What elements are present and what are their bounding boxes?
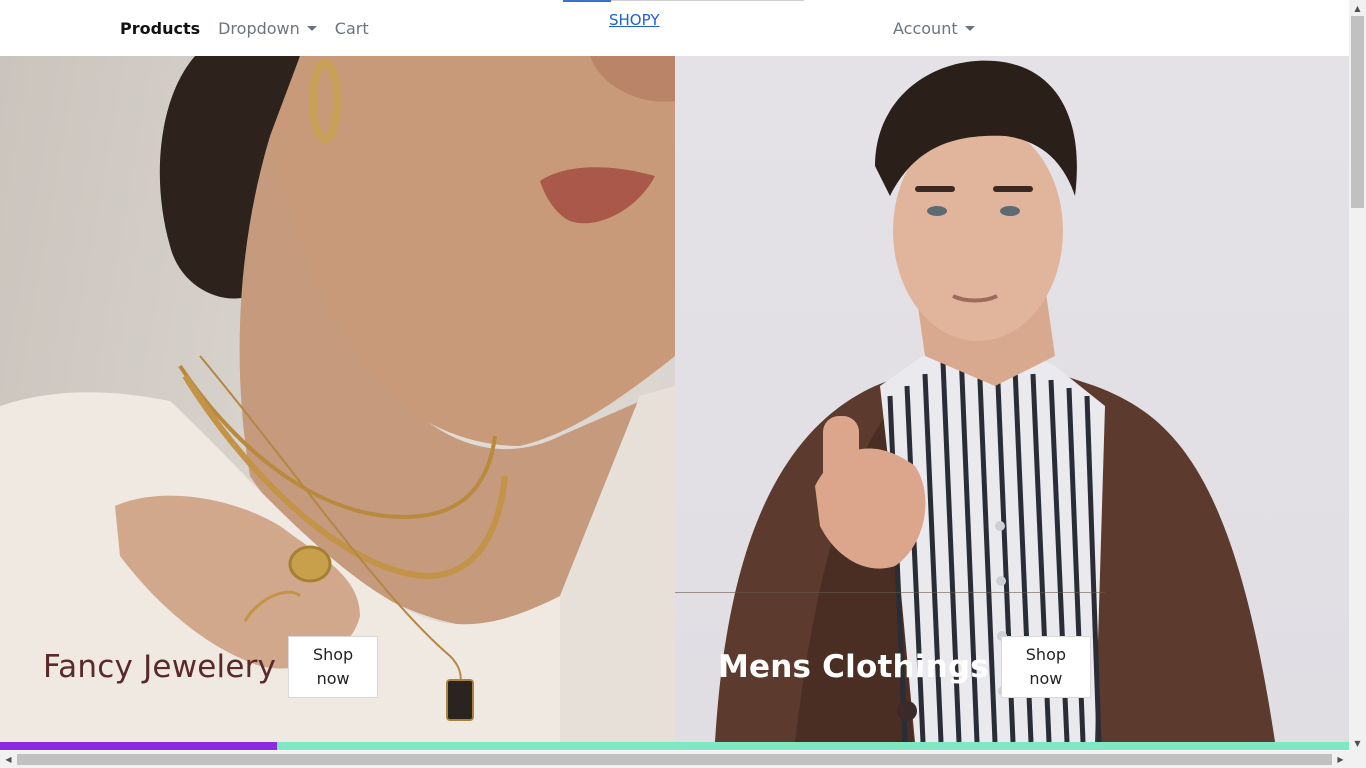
page-progress-fill	[0, 742, 277, 750]
shop-now-mens-line2: now	[1029, 669, 1063, 688]
brand-underline-accent	[563, 0, 611, 2]
caret-down-icon	[964, 25, 975, 31]
scroll-up-arrow-icon[interactable]: ▲	[1349, 0, 1366, 16]
vertical-scroll-thumb[interactable]	[1351, 16, 1364, 208]
mens-title: Mens Clothings	[718, 649, 989, 685]
scroll-right-arrow-icon[interactable]: ▶	[1332, 751, 1349, 768]
nav-left-group: Products Dropdown Cart	[120, 0, 387, 56]
jewelery-title: Fancy Jewelery	[43, 649, 277, 685]
brand-area: SHOPY	[563, 0, 804, 30]
top-navbar: Products Dropdown Cart SHOPY Account	[0, 0, 1349, 56]
scroll-down-arrow-icon[interactable]: ▼	[1349, 735, 1366, 751]
page-progress-bar	[0, 742, 1349, 750]
vertical-scrollbar[interactable]: ▲ ▼	[1349, 0, 1366, 751]
horizontal-scrollbar[interactable]: ◀ ▶	[0, 751, 1366, 768]
nav-dropdown-toggle[interactable]: Dropdown	[218, 19, 317, 38]
shop-now-mens-button[interactable]: Shop now	[1000, 636, 1091, 698]
shop-now-jewelery-line1: Shop	[312, 645, 354, 664]
horizontal-scroll-thumb[interactable]	[17, 754, 1332, 765]
shop-now-jewelery-line2: now	[316, 669, 350, 688]
mens-caption: Mens Clothings Shop now	[718, 636, 1091, 698]
hero-panel-jewelery: Fancy Jewelery Shop now	[0, 56, 675, 742]
shop-now-mens-label: Shop now	[1026, 643, 1066, 691]
shop-now-jewelery-label: Shop now	[313, 643, 353, 691]
jewelery-caption: Fancy Jewelery Shop now	[43, 636, 379, 698]
brand-link[interactable]: SHOPY	[609, 11, 660, 29]
hero-panel-mens: Mens Clothings Shop now	[675, 56, 1349, 742]
nav-account-toggle[interactable]: Account	[893, 19, 975, 38]
nav-products-link[interactable]: Products	[120, 19, 200, 38]
caption-divider-line	[675, 592, 1105, 593]
shop-now-mens-line1: Shop	[1025, 645, 1067, 664]
brand-top-rule	[611, 0, 804, 1]
nav-dropdown-label: Dropdown	[218, 18, 300, 38]
nav-right-group: Account	[893, 0, 993, 56]
shop-now-jewelery-button[interactable]: Shop now	[288, 636, 379, 698]
scroll-left-arrow-icon[interactable]: ◀	[0, 751, 17, 768]
caret-down-icon	[306, 25, 317, 31]
nav-account-label: Account	[893, 18, 958, 38]
nav-cart-link[interactable]: Cart	[335, 19, 369, 38]
